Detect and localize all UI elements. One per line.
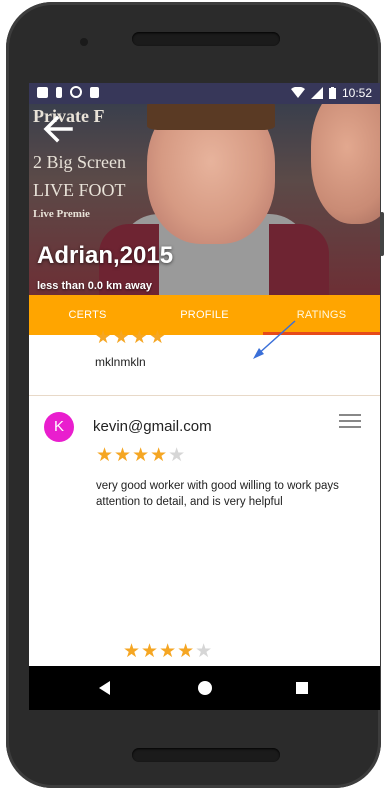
review-card: K kevin@gmail.com ★★★★★ very good worker…	[29, 396, 380, 666]
nav-recents-icon[interactable]	[296, 682, 308, 694]
person-jacket	[269, 224, 329, 295]
tab-bar: CERTS PROFILE RATINGS	[29, 295, 380, 335]
second-person-face	[311, 104, 380, 224]
annotation-arrow-icon	[253, 320, 296, 359]
status-time: 10:52	[341, 86, 372, 100]
avatar: K	[44, 412, 74, 442]
device-screen: Private F 2 Big Screen LIVE FOOT Live Pr…	[29, 83, 380, 710]
back-arrow-icon[interactable]	[41, 112, 75, 146]
file-icon	[90, 86, 99, 98]
rating-stars: ★★★★	[95, 327, 168, 347]
reviewer-email: kevin@gmail.com	[93, 418, 212, 435]
nav-back-icon[interactable]	[99, 681, 110, 695]
profile-header-photo: Private F 2 Big Screen LIVE FOOT Live Pr…	[29, 104, 380, 295]
review-comment: very good worker with good willing to wo…	[96, 480, 339, 508]
notification-icon	[37, 86, 48, 98]
background-sign-text: LIVE FOOT	[33, 180, 126, 200]
profile-name: Adrian,2015	[37, 242, 174, 269]
menu-icon[interactable]	[339, 414, 361, 430]
wifi-icon	[290, 87, 305, 98]
background-sign-text: 2 Big Screen	[33, 152, 126, 172]
volume-button	[380, 212, 384, 256]
notification-icon	[56, 86, 62, 98]
nav-home-icon[interactable]	[198, 681, 212, 695]
phone-frame: Private F 2 Big Screen LIVE FOOT Live Pr…	[6, 2, 384, 788]
rating-card: ★★★★ mklnmkln	[29, 327, 380, 396]
background-sign-text: Live Premie	[33, 208, 90, 220]
battery-icon	[328, 87, 336, 99]
profile-distance: less than 0.0 km away	[37, 280, 152, 292]
navigation-bar	[29, 666, 380, 710]
sync-icon	[70, 86, 82, 98]
rating-comment: mklnmkln	[95, 355, 146, 369]
signal-icon	[310, 87, 323, 99]
earpiece-speaker	[132, 32, 280, 46]
summary-stars: ★★★★★	[123, 641, 214, 662]
review-stars: ★★★★★	[96, 445, 187, 466]
bottom-speaker	[132, 748, 280, 762]
person-hair	[147, 104, 275, 130]
status-bar: 10:52	[29, 83, 380, 104]
front-camera	[80, 38, 88, 46]
